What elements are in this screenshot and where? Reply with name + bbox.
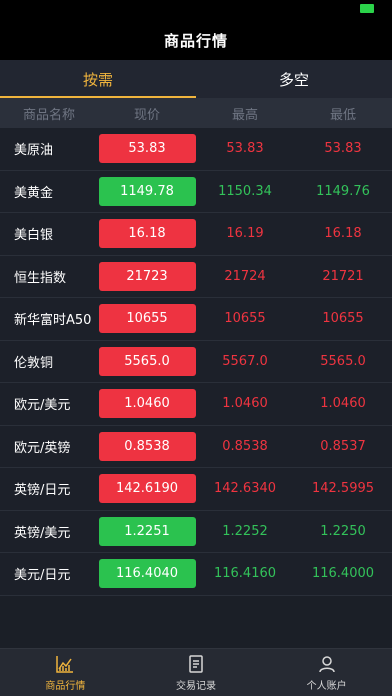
commodity-name: 美白银 (14, 228, 54, 244)
price-button[interactable]: 5565.0 (98, 346, 196, 376)
table-header: 商品名称 现价 最高 最低 (0, 98, 392, 128)
price-button[interactable]: 142.6190 (98, 474, 196, 504)
table-row[interactable]: 美白银 16.18 16.19 16.18 (0, 213, 392, 256)
high-value: 1.0460 (222, 396, 268, 412)
page-title: 商品行情 (163, 31, 228, 50)
price-button[interactable]: 1.0460 (98, 389, 196, 419)
price-button[interactable]: 10655 (98, 304, 196, 334)
low-value: 1.2250 (320, 523, 366, 539)
high-value: 116.4160 (213, 566, 277, 582)
commodity-name: 英镑/美元 (14, 525, 71, 541)
low-value: 5565.0 (320, 353, 366, 369)
quote-list: 美原油 53.83 53.83 53.83 美黄金 1149.78 1150.34 1149.… (0, 128, 392, 596)
battery-icon (360, 4, 374, 13)
price-button[interactable]: 0.8538 (98, 431, 196, 461)
price-cell: 1.2251 (98, 516, 196, 546)
low-value: 1.0460 (320, 396, 366, 412)
tabbar-item-market[interactable]: 商品行情 (0, 649, 131, 696)
price-cell: 142.6190 (98, 474, 196, 504)
tab-label: 按需 (82, 70, 113, 89)
status-bar (0, 0, 392, 20)
high-value: 53.83 (226, 141, 264, 157)
price-button[interactable]: 53.83 (98, 134, 196, 164)
high-value: 1150.34 (218, 183, 272, 199)
tab-long-short[interactable]: 多空 (196, 60, 392, 98)
bottom-tab-bar: 商品行情 交易记录 个人账户 (0, 648, 392, 696)
person-icon (318, 655, 335, 672)
table-row[interactable]: 恒生指数 21723 21724 21721 (0, 255, 392, 298)
commodity-name: 欧元/美元 (14, 398, 71, 414)
table-row[interactable]: 新华富时A50 10655 10655 10655 (0, 298, 392, 341)
price-button[interactable]: 16.18 (98, 219, 196, 249)
table-row[interactable]: 伦敦铜 5565.0 5567.0 5565.0 (0, 340, 392, 383)
high-value: 10655 (224, 311, 266, 327)
chart-icon (56, 655, 74, 673)
low-value: 21721 (322, 268, 364, 284)
low-value: 16.18 (324, 226, 362, 242)
price-button[interactable]: 1149.78 (98, 176, 196, 206)
low-value: 0.8537 (320, 438, 366, 454)
low-value: 1149.76 (316, 183, 370, 199)
low-value: 142.5995 (311, 481, 375, 497)
tab-label: 多空 (278, 70, 309, 89)
high-value: 142.6340 (213, 481, 277, 497)
price-cell: 1.0460 (98, 389, 196, 419)
table-row[interactable]: 英镑/美元 1.2251 1.2252 1.2250 (0, 510, 392, 553)
tabbar-item-account[interactable]: 个人账户 (261, 649, 392, 696)
table-row[interactable]: 美原油 53.83 53.83 53.83 (0, 128, 392, 171)
low-value: 116.4000 (311, 566, 375, 582)
column-header-price: 现价 (133, 107, 160, 123)
commodity-name: 美原油 (14, 143, 54, 159)
price-cell: 116.4040 (98, 559, 196, 589)
high-value: 1.2252 (222, 523, 268, 539)
commodity-name: 英镑/日元 (14, 483, 71, 499)
column-header-low: 最低 (329, 107, 356, 123)
tabbar-label: 个人账户 (306, 680, 347, 692)
column-header-high: 最高 (231, 107, 258, 123)
price-cell: 53.83 (98, 134, 196, 164)
tabbar-label: 商品行情 (45, 680, 86, 692)
price-cell: 16.18 (98, 219, 196, 249)
high-value: 16.19 (226, 226, 264, 242)
tabbar-label: 交易记录 (176, 680, 216, 692)
commodity-name: 欧元/英镑 (14, 440, 71, 456)
price-cell: 10655 (98, 304, 196, 334)
high-value: 0.8538 (222, 438, 268, 454)
low-value: 10655 (322, 311, 364, 327)
table-row[interactable]: 欧元/英镑 0.8538 0.8538 0.8537 (0, 425, 392, 468)
commodity-name: 美黄金 (14, 185, 54, 201)
nav-bar: 商品行情 (0, 20, 392, 60)
tabbar-item-records[interactable]: 交易记录 (131, 649, 262, 696)
app-root: 商品行情 按需 多空 商品名称 现价 最高 最低 美原油 53.83 53.83 53… (0, 0, 392, 696)
table-row[interactable]: 英镑/日元 142.6190 142.6340 142.5995 (0, 468, 392, 511)
commodity-name: 恒生指数 (14, 270, 67, 286)
price-cell: 5565.0 (98, 346, 196, 376)
column-header-name: 商品名称 (22, 107, 75, 123)
price-cell: 0.8538 (98, 431, 196, 461)
price-button[interactable]: 1.2251 (98, 516, 196, 546)
document-icon (189, 654, 203, 673)
commodity-name: 新华富时A50 (14, 313, 92, 329)
price-cell: 1149.78 (98, 176, 196, 206)
tab-on-demand[interactable]: 按需 (0, 60, 196, 98)
price-button[interactable]: 21723 (98, 261, 196, 291)
commodity-name: 美元/日元 (14, 568, 71, 584)
price-cell: 21723 (98, 261, 196, 291)
high-value: 21724 (224, 268, 266, 284)
high-value: 5567.0 (222, 353, 268, 369)
table-row[interactable]: 欧元/美元 1.0460 1.0460 1.0460 (0, 383, 392, 426)
price-button[interactable]: 116.4040 (98, 559, 196, 589)
commodity-name: 伦敦铜 (14, 355, 54, 371)
segment-tabs: 按需 多空 (0, 60, 392, 98)
low-value: 53.83 (324, 141, 362, 157)
table-row[interactable]: 美元/日元 116.4040 116.4160 116.4000 (0, 553, 392, 596)
table-row[interactable]: 美黄金 1149.78 1150.34 1149.76 (0, 170, 392, 213)
